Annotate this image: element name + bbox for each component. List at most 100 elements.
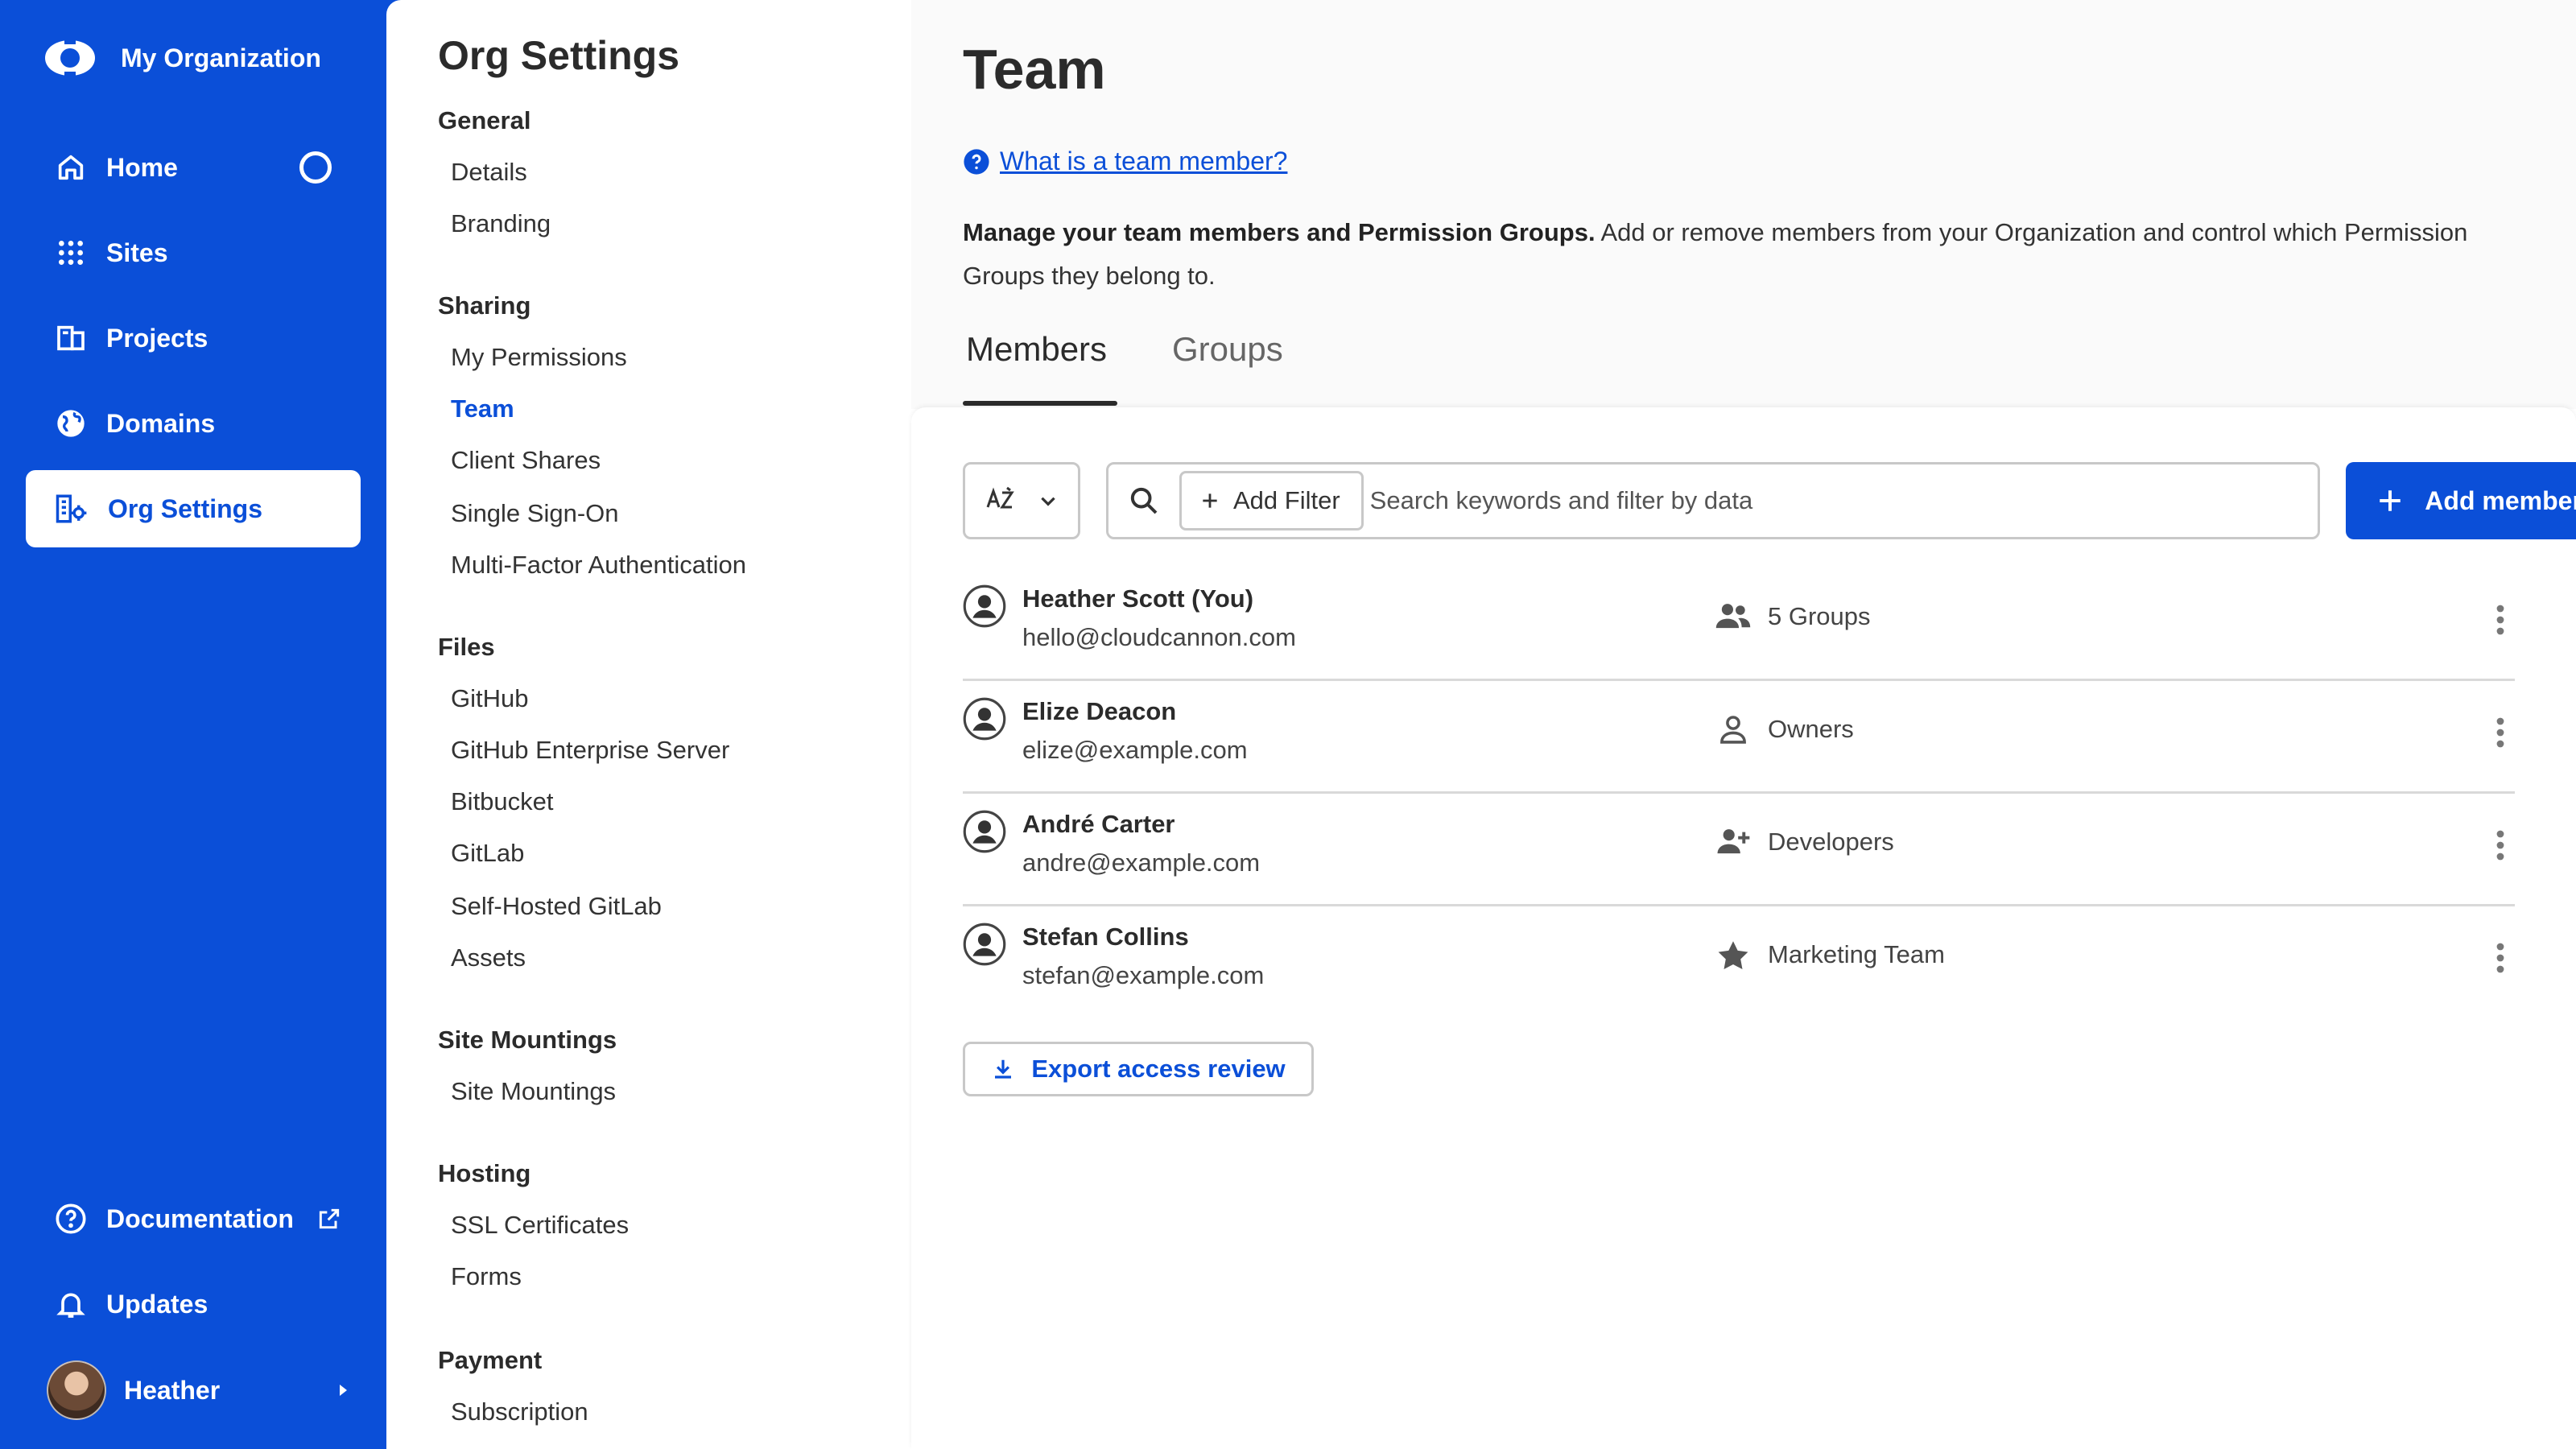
- settings-link-github-enterprise[interactable]: GitHub Enterprise Server: [451, 736, 729, 765]
- settings-link-details[interactable]: Details: [451, 158, 527, 187]
- section-heading-sharing: Sharing: [438, 291, 531, 320]
- settings-link-assets[interactable]: Assets: [451, 943, 526, 972]
- person-add-icon: [1717, 829, 1750, 854]
- member-email: hello@cloudcannon.com: [1022, 623, 1296, 651]
- page-description: Manage your team members and Permission …: [963, 211, 2541, 298]
- settings-title: Org Settings: [438, 33, 680, 78]
- sort-az-icon: [986, 486, 1014, 509]
- nav-item-updates[interactable]: Updates: [26, 1265, 361, 1343]
- member-group-label: Owners: [1768, 715, 1854, 743]
- chevron-down-icon: [1041, 497, 1055, 506]
- user-menu[interactable]: Heather: [47, 1360, 353, 1420]
- table-row[interactable]: Stefan Collins stefan@example.com Market…: [963, 906, 2515, 1019]
- member-groups[interactable]: Owners: [1715, 713, 1854, 745]
- kebab-menu-icon[interactable]: [2496, 604, 2505, 636]
- settings-link-client-shares[interactable]: Client Shares: [451, 446, 601, 475]
- grid-icon: [59, 241, 83, 265]
- export-access-review-button[interactable]: Export access review: [963, 1042, 1314, 1096]
- page-header: Team What is a team member? Manage your …: [911, 0, 2576, 409]
- member-email: elize@example.com: [1022, 736, 1248, 764]
- left-navigation: My Organization Home Sites Projects Doma…: [0, 0, 386, 1449]
- nav-item-projects[interactable]: Projects: [26, 299, 361, 377]
- active-tab-indicator: [963, 401, 1117, 406]
- user-name: Heather: [124, 1375, 221, 1405]
- avatar: [47, 1360, 106, 1420]
- help-circle-icon: [56, 1203, 86, 1234]
- bell-icon: [56, 1293, 85, 1318]
- download-icon: [995, 1059, 1012, 1079]
- settings-link-github[interactable]: GitHub: [451, 684, 528, 713]
- add-filter-button[interactable]: Add Filter: [1179, 471, 1364, 530]
- settings-link-forms[interactable]: Forms: [451, 1262, 522, 1291]
- settings-link-site-mountings[interactable]: Site Mountings: [451, 1077, 616, 1106]
- status-ring-icon: [299, 151, 332, 184]
- plus-icon: [2380, 490, 2401, 511]
- nav-item-documentation[interactable]: Documentation: [26, 1180, 361, 1257]
- settings-sidebar: Org Settings General Details Branding Sh…: [386, 0, 911, 1449]
- nav-item-home[interactable]: Home: [26, 129, 361, 206]
- user-avatar-icon: [963, 584, 1006, 628]
- member-groups[interactable]: Marketing Team: [1715, 939, 1945, 971]
- user-avatar-icon: [963, 923, 1006, 966]
- home-icon: [58, 155, 84, 180]
- settings-link-self-hosted-gitlab[interactable]: Self-Hosted GitLab: [451, 892, 662, 921]
- globe-icon: [57, 410, 85, 437]
- search-input[interactable]: [1369, 471, 2318, 530]
- settings-link-bitbucket[interactable]: Bitbucket: [451, 787, 554, 816]
- section-heading-payment: Payment: [438, 1346, 543, 1374]
- settings-link-single-sign-on[interactable]: Single Sign-On: [451, 499, 619, 528]
- user-avatar-icon: [963, 697, 1006, 741]
- settings-link-ssl-certificates[interactable]: SSL Certificates: [451, 1211, 629, 1240]
- nav-item-domains[interactable]: Domains: [26, 385, 361, 462]
- external-link-icon: [319, 1208, 340, 1229]
- settings-link-gitlab[interactable]: GitLab: [451, 839, 524, 868]
- member-groups[interactable]: 5 Groups: [1715, 601, 1871, 633]
- member-group-label: Marketing Team: [1768, 940, 1945, 968]
- settings-link-subscription[interactable]: Subscription: [451, 1397, 588, 1426]
- org-name: My Organization: [121, 43, 321, 72]
- org-switcher[interactable]: My Organization: [42, 34, 321, 82]
- table-row[interactable]: Elize Deacon elize@example.com Owners: [963, 681, 2515, 794]
- member-email: andre@example.com: [1022, 848, 1261, 877]
- nav-item-label: Sites: [106, 237, 168, 267]
- member-name: Elize Deacon: [1022, 697, 1177, 725]
- settings-link-team[interactable]: Team: [451, 394, 514, 423]
- nav-item-label: Documentation: [106, 1203, 294, 1233]
- org-settings-icon: [56, 494, 87, 523]
- add-members-label: Add members: [2425, 485, 2576, 515]
- add-filter-label: Add Filter: [1233, 486, 1340, 514]
- kebab-menu-icon[interactable]: [2496, 716, 2505, 749]
- section-heading-site-mountings: Site Mountings: [438, 1026, 617, 1054]
- settings-link-mfa[interactable]: Multi-Factor Authentication: [451, 551, 746, 580]
- export-label: Export access review: [1031, 1055, 1286, 1083]
- settings-link-branding[interactable]: Branding: [451, 209, 551, 238]
- description-bold: Manage your team members and Permission …: [963, 218, 1596, 246]
- table-row[interactable]: Heather Scott (You) hello@cloudcannon.co…: [963, 568, 2515, 681]
- nav-item-label: Home: [106, 152, 178, 182]
- nav-item-label: Projects: [106, 323, 208, 353]
- tab-groups[interactable]: Groups: [1172, 330, 1283, 369]
- section-heading-files: Files: [438, 633, 495, 661]
- nav-item-org-settings[interactable]: Org Settings: [26, 470, 361, 547]
- member-group-label: 5 Groups: [1768, 602, 1871, 630]
- settings-link-my-permissions[interactable]: My Permissions: [451, 343, 627, 372]
- nav-item-label: Updates: [106, 1289, 208, 1319]
- sort-button[interactable]: [963, 462, 1080, 539]
- help-link[interactable]: What is a team member?: [963, 147, 1287, 176]
- projects-icon: [57, 325, 85, 351]
- table-row[interactable]: André Carter andre@example.com Developer…: [963, 794, 2515, 906]
- nav-item-sites[interactable]: Sites: [26, 214, 361, 291]
- search-box: Add Filter: [1106, 462, 2320, 539]
- kebab-menu-icon[interactable]: [2496, 829, 2505, 861]
- user-avatar-icon: [963, 810, 1006, 853]
- main-content: Team What is a team member? Manage your …: [911, 0, 2576, 1449]
- tab-members[interactable]: Members: [966, 330, 1107, 369]
- question-circle-icon: [964, 148, 989, 175]
- plus-icon: [1203, 493, 1217, 508]
- add-members-button[interactable]: Add members: [2346, 462, 2576, 539]
- member-email: stefan@example.com: [1022, 961, 1265, 989]
- member-groups[interactable]: Developers: [1715, 826, 1894, 858]
- kebab-menu-icon[interactable]: [2496, 942, 2505, 974]
- member-name: Heather Scott (You): [1022, 584, 1254, 613]
- person-outline-icon: [1720, 716, 1746, 744]
